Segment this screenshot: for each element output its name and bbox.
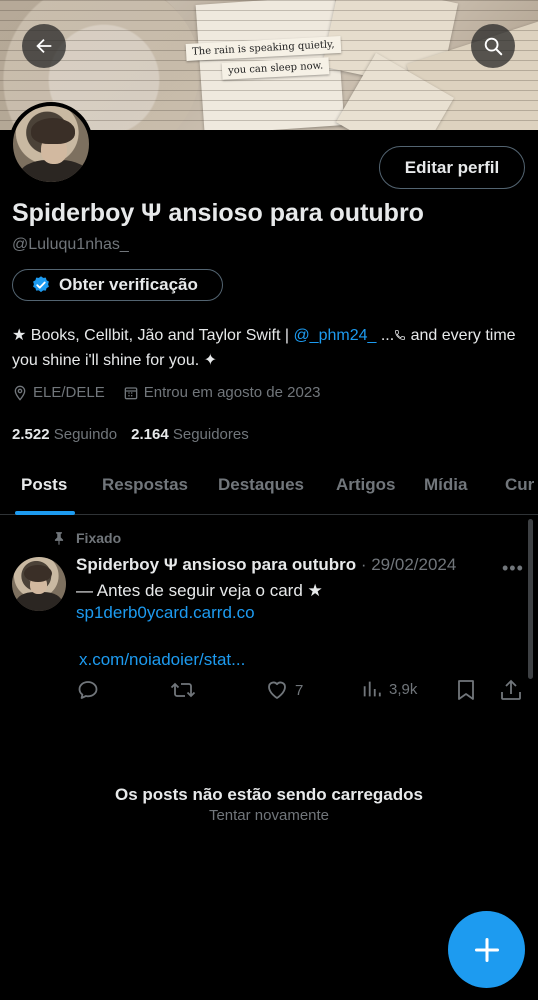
post-author-avatar[interactable] xyxy=(12,557,66,611)
search-icon xyxy=(484,37,503,56)
bio-mention-link[interactable]: @_phm24_ xyxy=(293,327,376,344)
repost-icon xyxy=(170,682,196,698)
avatar-hair xyxy=(24,565,52,582)
location-icon xyxy=(14,385,26,401)
following-count: 2.522 xyxy=(12,426,50,443)
pinned-text: Fixado xyxy=(76,530,122,546)
get-verified-button[interactable]: Obter verificação xyxy=(12,269,223,301)
post-link[interactable]: sp1derb0ycard.carrd.co xyxy=(76,603,255,623)
bio-text: ★ Books, Cellbit, Jão and Taylor Swift | xyxy=(12,327,294,344)
phone-icon xyxy=(395,330,406,340)
post-header: Spiderboy Ψ ansioso para outubro · 29/02… xyxy=(76,555,456,575)
share-button[interactable] xyxy=(500,678,522,702)
verified-badge-icon xyxy=(33,276,49,293)
user-handle: @Luluqu1nhas_ xyxy=(12,236,129,253)
back-arrow-icon xyxy=(36,38,52,54)
pinned-label: Fixado xyxy=(52,530,121,546)
like-button[interactable]: 7 xyxy=(265,678,303,702)
follow-stats: 2.522 Seguindo 2.164 Seguidores xyxy=(12,426,249,443)
more-icon[interactable]: ••• xyxy=(502,558,524,579)
get-verified-label: Obter verificação xyxy=(59,275,198,294)
tab-media[interactable]: Mídia xyxy=(424,475,467,495)
post-author-name[interactable]: Spiderboy Ψ ansioso para outubro xyxy=(76,555,356,574)
share-icon xyxy=(501,679,521,700)
followers-label: Seguidores xyxy=(172,426,249,443)
post-date[interactable]: · 29/02/2024 xyxy=(356,555,456,574)
following-label: Seguindo xyxy=(53,426,118,443)
bookmark-icon xyxy=(458,680,474,700)
calendar-icon xyxy=(124,386,138,399)
pin-icon xyxy=(54,532,64,545)
views-button[interactable]: 3,9k xyxy=(361,678,417,700)
tab-replies[interactable]: Respostas xyxy=(102,475,188,495)
active-tab-indicator xyxy=(15,511,75,515)
following-link[interactable]: 2.522 Seguindo xyxy=(12,426,117,443)
retry-link[interactable]: Tentar novamente xyxy=(0,807,538,824)
followers-link[interactable]: 2.164 Seguidores xyxy=(131,426,249,443)
bio-text: ... xyxy=(376,327,395,344)
pronouns-text: ELE/DELE xyxy=(33,384,105,401)
tab-articles[interactable]: Artigos xyxy=(336,475,396,495)
profile-tabs: Posts Respostas Destaques Artigos Mídia … xyxy=(0,462,538,515)
repost-button[interactable] xyxy=(170,678,196,702)
pronouns-item: ELE/DELE xyxy=(12,384,105,401)
views-icon xyxy=(363,681,381,697)
reply-icon xyxy=(78,681,98,699)
plus-icon xyxy=(474,937,499,962)
edit-profile-button[interactable]: Editar perfil xyxy=(379,146,525,189)
bookmark-button[interactable] xyxy=(455,678,477,702)
profile-bio: ★ Books, Cellbit, Jão and Taylor Swift |… xyxy=(12,323,528,373)
post-actions: 7 3,9k xyxy=(0,678,538,708)
views-count: 3,9k xyxy=(389,680,418,698)
like-count: 7 xyxy=(295,681,304,699)
reply-button[interactable] xyxy=(76,678,100,702)
post-text: — Antes de seguir veja o card ★ xyxy=(76,581,323,600)
compose-post-button[interactable] xyxy=(448,911,525,988)
scrollbar[interactable] xyxy=(528,519,533,679)
post-quote-link[interactable]: x.com/noiadoier/stat... xyxy=(79,650,245,670)
joined-item: Entrou em agosto de 2023 xyxy=(123,384,321,401)
avatar-shirt xyxy=(16,592,62,611)
like-icon xyxy=(268,681,286,699)
followers-count: 2.164 xyxy=(131,426,169,443)
search-button[interactable] xyxy=(471,24,515,68)
profile-meta: ELE/DELE Entrou em agosto de 2023 xyxy=(12,384,321,401)
tab-posts[interactable]: Posts xyxy=(21,475,67,495)
display-name: Spiderboy Ψ ansioso para outubro xyxy=(12,199,424,227)
tab-likes[interactable]: Cur xyxy=(505,475,534,495)
joined-text: Entrou em agosto de 2023 xyxy=(143,384,321,401)
back-button[interactable] xyxy=(22,24,66,68)
load-error-title: Os posts não estão sendo carregados xyxy=(115,785,423,804)
profile-banner[interactable]: The rain is speaking quietly, you can sl… xyxy=(0,0,538,130)
avatar-hair xyxy=(31,118,75,144)
profile-avatar[interactable] xyxy=(9,102,93,186)
tab-highlights[interactable]: Destaques xyxy=(218,475,304,495)
